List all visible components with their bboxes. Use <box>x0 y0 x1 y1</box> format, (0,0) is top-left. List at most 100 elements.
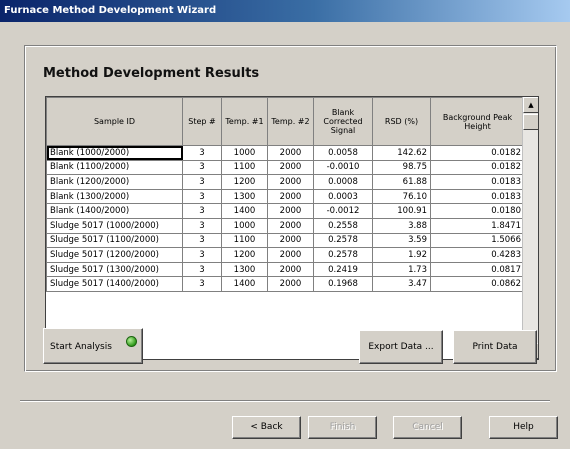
table-row[interactable]: Blank (1000/2000) 3 1000 2000 0.0058 142… <box>46 145 525 161</box>
cell-background: 0.4283 <box>430 247 525 263</box>
finish-label: Finish <box>329 422 356 432</box>
cell-signal: 0.2578 <box>313 232 373 249</box>
cell-background: 1.8471 <box>430 217 525 234</box>
cell-step: 3 <box>182 232 222 249</box>
cell-background: 0.0182 <box>430 159 525 176</box>
cell-signal: -0.0010 <box>313 159 373 176</box>
column-header-blank-corrected-signal[interactable]: Blank Corrected Signal <box>313 97 373 146</box>
cell-temp2: 2000 <box>267 232 314 249</box>
table-row[interactable]: Blank (1300/2000) 3 1300 2000 0.0003 76.… <box>46 188 525 205</box>
cell-temp1: 1000 <box>221 217 268 234</box>
cell-temp2: 2000 <box>267 174 314 190</box>
cell-signal: 0.2578 <box>313 247 373 263</box>
column-header-temp1[interactable]: Temp. #1 <box>221 97 268 146</box>
cell-signal: 0.2419 <box>313 261 373 278</box>
cell-signal: -0.0012 <box>313 203 373 219</box>
export-data-button[interactable]: Export Data ... <box>359 330 443 364</box>
cell-signal: 0.1968 <box>313 276 373 292</box>
start-analysis-button[interactable]: Start Analysis <box>43 328 143 364</box>
cell-background: 0.0183 <box>430 188 525 205</box>
cell-temp1: 1200 <box>221 247 268 263</box>
cell-rsd: 1.73 <box>372 261 431 278</box>
finish-button[interactable]: Finish <box>308 416 377 439</box>
print-data-label: Print Data <box>472 342 518 352</box>
cell-temp1: 1000 <box>221 145 268 161</box>
cell-sample-id: Sludge 5017 (1400/2000) <box>46 276 183 292</box>
cell-temp2: 2000 <box>267 145 314 161</box>
panel-title: Method Development Results <box>43 66 260 81</box>
table-row[interactable]: Sludge 5017 (1400/2000) 3 1400 2000 0.19… <box>46 276 525 292</box>
window-title-bar: Furnace Method Development Wizard <box>0 0 570 22</box>
export-data-label: Export Data ... <box>368 342 434 352</box>
cell-step: 3 <box>182 159 222 176</box>
scroll-up-icon[interactable]: ▲ <box>523 97 538 113</box>
cell-signal: 0.0058 <box>313 145 373 161</box>
cell-rsd: 61.88 <box>372 174 431 190</box>
cell-temp2: 2000 <box>267 261 314 278</box>
cell-temp1: 1100 <box>221 159 268 176</box>
scroll-thumb[interactable] <box>523 114 538 130</box>
cell-step: 3 <box>182 203 222 219</box>
cell-rsd: 3.47 <box>372 276 431 292</box>
cell-background: 0.0182 <box>430 145 525 161</box>
cell-step: 3 <box>182 145 222 161</box>
cell-rsd: 76.10 <box>372 188 431 205</box>
cell-temp2: 2000 <box>267 188 314 205</box>
table-row[interactable]: Sludge 5017 (1100/2000) 3 1100 2000 0.25… <box>46 232 525 249</box>
cell-signal: 0.0008 <box>313 174 373 190</box>
cell-background: 0.0862 <box>430 276 525 292</box>
help-button[interactable]: Help <box>489 416 558 439</box>
cancel-button[interactable]: Cancel <box>393 416 462 439</box>
cell-step: 3 <box>182 276 222 292</box>
back-label: < Back <box>250 422 283 432</box>
cell-signal: 0.0003 <box>313 188 373 205</box>
cell-rsd: 3.59 <box>372 232 431 249</box>
cell-sample-id: Sludge 5017 (1200/2000) <box>46 247 183 263</box>
cell-temp2: 2000 <box>267 203 314 219</box>
table-row[interactable]: Sludge 5017 (1300/2000) 3 1300 2000 0.24… <box>46 261 525 278</box>
window-title: Furnace Method Development Wizard <box>4 5 217 16</box>
results-panel: Method Development Results Sample ID Ste… <box>24 45 557 372</box>
cell-step: 3 <box>182 217 222 234</box>
column-header-temp2[interactable]: Temp. #2 <box>267 97 314 146</box>
cell-step: 3 <box>182 188 222 205</box>
cell-sample-id: Blank (1400/2000) <box>46 203 183 219</box>
green-circle-icon <box>126 336 137 347</box>
start-analysis-label: Start Analysis <box>50 342 112 352</box>
cell-temp2: 2000 <box>267 247 314 263</box>
cell-sample-id[interactable]: Blank (1000/2000) <box>46 145 183 161</box>
cell-temp1: 1200 <box>221 174 268 190</box>
table-row[interactable]: Sludge 5017 (1200/2000) 3 1200 2000 0.25… <box>46 247 525 263</box>
back-button[interactable]: < Back <box>232 416 301 439</box>
cell-temp2: 2000 <box>267 217 314 234</box>
column-header-background-peak-height[interactable]: Background Peak Height <box>430 97 525 146</box>
results-grid[interactable]: Sample ID Step # Temp. #1 Temp. #2 Blank… <box>45 96 539 360</box>
cell-temp1: 1100 <box>221 232 268 249</box>
print-data-button[interactable]: Print Data <box>453 330 537 364</box>
help-label: Help <box>513 422 534 432</box>
cell-sample-id: Blank (1100/2000) <box>46 159 183 176</box>
cell-sample-id: Blank (1200/2000) <box>46 174 183 190</box>
cell-rsd: 3.88 <box>372 217 431 234</box>
vertical-scrollbar[interactable]: ▲ ▼ <box>522 97 538 359</box>
table-row[interactable]: Blank (1100/2000) 3 1100 2000 -0.0010 98… <box>46 159 525 176</box>
cell-background: 0.0817 <box>430 261 525 278</box>
cell-temp2: 2000 <box>267 159 314 176</box>
cell-sample-id: Sludge 5017 (1100/2000) <box>46 232 183 249</box>
cell-rsd: 1.92 <box>372 247 431 263</box>
footer-divider <box>20 400 550 402</box>
cell-background: 0.0180 <box>430 203 525 219</box>
column-header-rsd[interactable]: RSD (%) <box>372 97 431 146</box>
table-row[interactable]: Blank (1200/2000) 3 1200 2000 0.0008 61.… <box>46 174 525 190</box>
column-header-step[interactable]: Step # <box>182 97 222 146</box>
cell-sample-id: Sludge 5017 (1000/2000) <box>46 217 183 234</box>
cell-step: 3 <box>182 174 222 190</box>
cell-signal: 0.2558 <box>313 217 373 234</box>
column-header-sample-id[interactable]: Sample ID <box>46 97 183 146</box>
table-row[interactable]: Blank (1400/2000) 3 1400 2000 -0.0012 10… <box>46 203 525 219</box>
cell-step: 3 <box>182 247 222 263</box>
table-row[interactable]: Sludge 5017 (1000/2000) 3 1000 2000 0.25… <box>46 217 525 234</box>
cell-temp1: 1300 <box>221 188 268 205</box>
cell-step: 3 <box>182 261 222 278</box>
cell-temp2: 2000 <box>267 276 314 292</box>
